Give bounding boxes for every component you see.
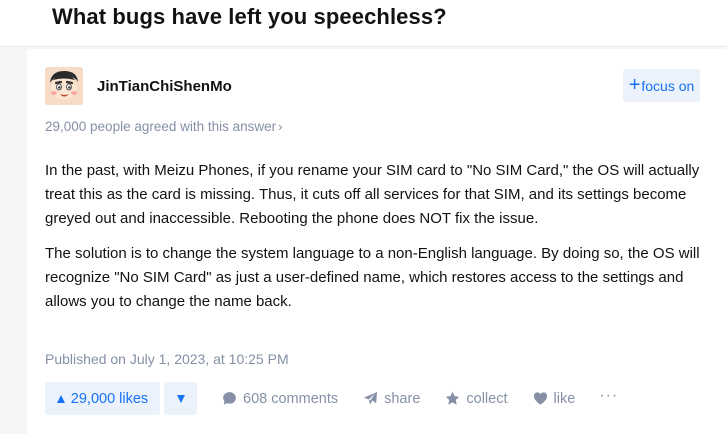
comment-bubble-icon <box>223 392 236 405</box>
focus-on-button[interactable]: + focus on <box>623 69 700 102</box>
more-options-button[interactable]: ··· <box>599 387 618 405</box>
like-label: like <box>553 390 576 407</box>
collect-label: collect <box>466 390 508 407</box>
paper-plane-icon <box>364 391 378 405</box>
collect-button[interactable]: collect <box>445 390 508 407</box>
author-avatar[interactable] <box>45 67 83 105</box>
upvote-label: 29,000 likes <box>70 390 149 407</box>
answer-card: JinTianChiShenMo + focus on 29,000 peopl… <box>27 49 727 434</box>
answer-paragraph: The solution is to change the system lan… <box>45 245 700 310</box>
plus-icon: + <box>628 73 641 96</box>
page: What bugs have left you speechless? JinT… <box>0 0 727 434</box>
more-dots-icon: ··· <box>599 386 619 404</box>
triangle-up-icon <box>56 394 65 403</box>
author-name[interactable]: JinTianChiShenMo <box>97 78 232 95</box>
agree-count-text: 29,000 people agreed with this answer <box>45 119 277 134</box>
chevron-right-icon: › <box>278 119 283 134</box>
focus-button-label: focus on <box>641 77 695 94</box>
comments-button[interactable]: 608 comments <box>222 391 338 407</box>
answer-paragraph: In the past, with Meizu Phones, if you r… <box>45 162 700 227</box>
agree-count-link[interactable]: 29,000 people agreed with this answer › <box>45 119 283 134</box>
downvote-button[interactable] <box>164 382 197 415</box>
triangle-down-icon <box>176 394 185 403</box>
question-header: What bugs have left you speechless? <box>0 0 727 47</box>
share-label: share <box>384 390 421 407</box>
upvote-button[interactable]: 29,000 likes <box>45 382 160 415</box>
action-bar: 29,000 likes 608 comments share collect … <box>45 382 618 415</box>
star-icon <box>446 391 460 405</box>
like-button[interactable]: like <box>533 390 576 407</box>
heart-icon <box>533 392 547 405</box>
published-timestamp: Published on July 1, 2023, at 10:25 PM <box>45 351 289 367</box>
answer-body: In the past, with Meizu Phones, if you r… <box>45 159 713 314</box>
share-button[interactable]: share <box>363 391 420 407</box>
comments-label: 608 comments <box>243 390 339 407</box>
cartoon-avatar-icon <box>45 67 83 105</box>
question-title[interactable]: What bugs have left you speechless? <box>52 4 447 30</box>
